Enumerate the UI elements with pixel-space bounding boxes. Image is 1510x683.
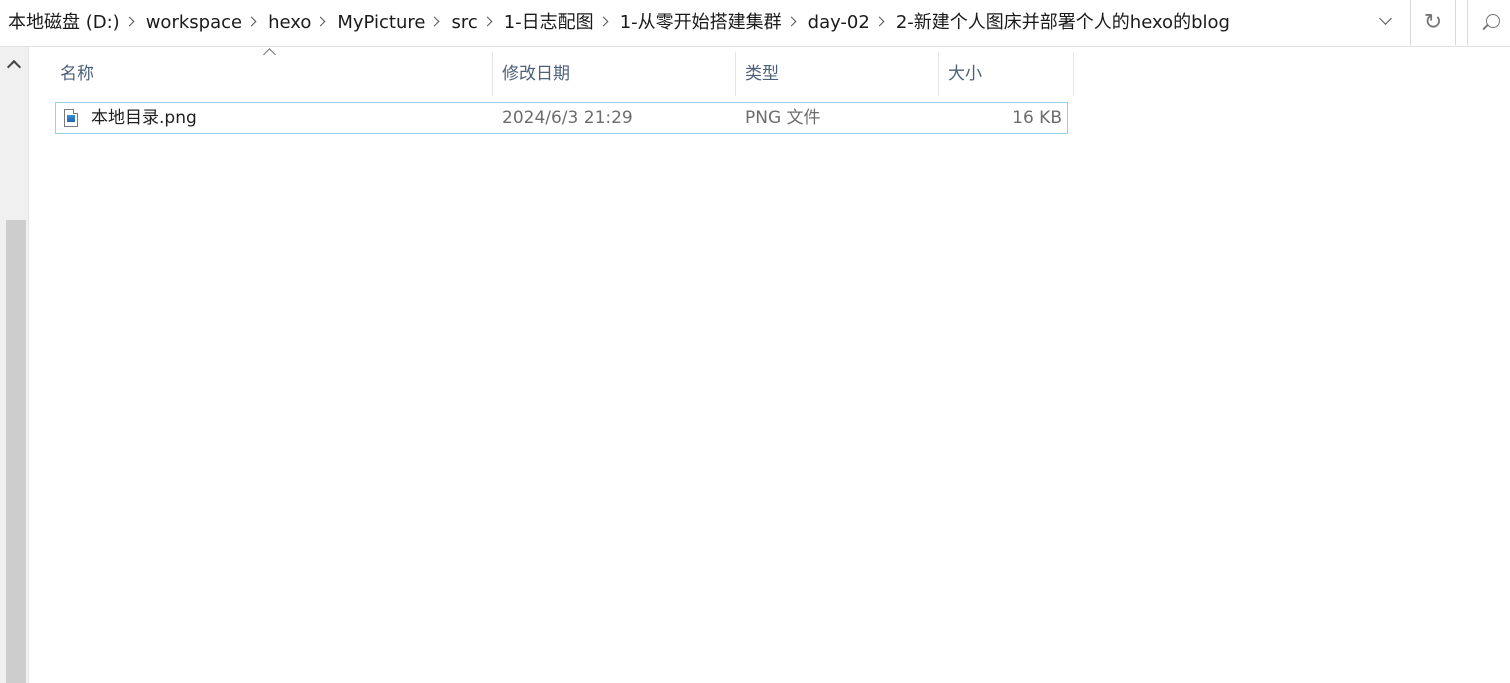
- column-header-name[interactable]: 名称: [56, 48, 493, 96]
- file-type: PNG 文件: [745, 108, 821, 128]
- breadcrumb-item-src[interactable]: src: [443, 0, 481, 45]
- scroll-up-arrow-icon[interactable]: [4, 51, 24, 77]
- column-header-name-label: 名称: [60, 64, 94, 84]
- breadcrumb-item-mypicture[interactable]: MyPicture: [329, 0, 429, 45]
- sort-ascending-icon: [263, 48, 276, 61]
- chevron-right-icon[interactable]: [874, 0, 888, 45]
- breadcrumb-item-log-images[interactable]: 1-日志配图: [496, 0, 598, 45]
- file-size: 16 KB: [1012, 108, 1062, 128]
- file-list-header: 名称 修改日期 类型 大小: [56, 48, 1074, 96]
- breadcrumb[interactable]: 本地磁盘 (D:) workspace hexo MyPicture src 1…: [0, 0, 1411, 45]
- chevron-right-icon[interactable]: [124, 0, 138, 45]
- breadcrumb-item-drive[interactable]: 本地磁盘 (D:): [0, 0, 124, 45]
- refresh-button[interactable]: ↻: [1411, 0, 1456, 45]
- chevron-right-icon[interactable]: [598, 0, 612, 45]
- column-header-type-label: 类型: [745, 64, 779, 84]
- file-name: 本地目录.png: [91, 108, 197, 128]
- column-header-size[interactable]: 大小: [939, 52, 1074, 96]
- breadcrumb-item-workspace[interactable]: workspace: [138, 0, 246, 45]
- search-icon: [1485, 13, 1500, 28]
- chevron-right-icon[interactable]: [246, 0, 260, 45]
- column-header-size-label: 大小: [948, 64, 982, 84]
- breadcrumb-item-day-02[interactable]: day-02: [800, 0, 874, 45]
- address-bar: 本地磁盘 (D:) workspace hexo MyPicture src 1…: [0, 0, 1510, 47]
- chevron-right-icon[interactable]: [429, 0, 443, 45]
- breadcrumb-item-hexo[interactable]: hexo: [260, 0, 315, 45]
- search-input[interactable]: [1467, 0, 1510, 45]
- breadcrumb-item-cluster[interactable]: 1-从零开始搭建集群: [612, 0, 786, 45]
- breadcrumb-item-current-folder[interactable]: 2-新建个人图床并部署个人的hexo的blog: [888, 0, 1234, 45]
- chevron-right-icon[interactable]: [315, 0, 329, 45]
- chevron-right-icon[interactable]: [786, 0, 800, 45]
- column-header-type[interactable]: 类型: [736, 52, 939, 96]
- scrollbar-thumb[interactable]: [6, 220, 26, 683]
- list-item[interactable]: 本地目录.png 2024/6/3 21:29 PNG 文件 16 KB: [55, 102, 1068, 134]
- png-image-file-icon: [64, 109, 78, 127]
- navigation-pane-scrollbar[interactable]: [0, 47, 29, 683]
- file-modified-date: 2024/6/3 21:29: [502, 108, 633, 128]
- column-header-modified-label: 修改日期: [502, 64, 570, 84]
- address-history-chevron-down-icon[interactable]: [1366, 0, 1408, 45]
- column-header-modified[interactable]: 修改日期: [493, 52, 736, 96]
- chevron-right-icon[interactable]: [482, 0, 496, 45]
- refresh-icon: ↻: [1423, 10, 1443, 35]
